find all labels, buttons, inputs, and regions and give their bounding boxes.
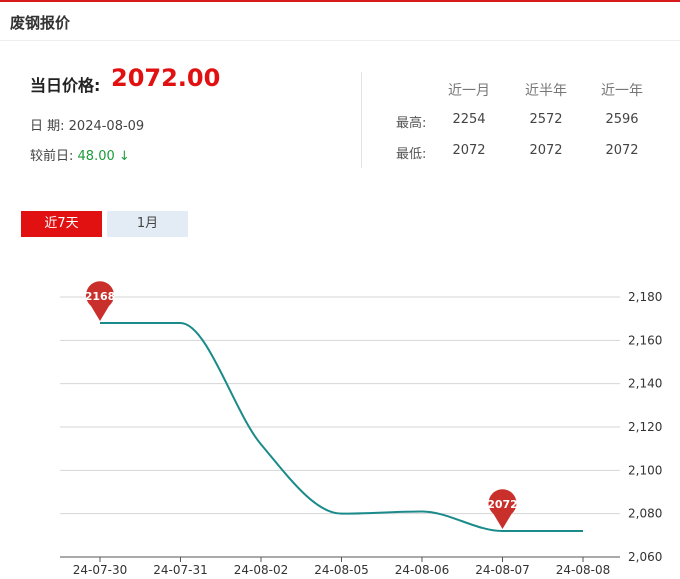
top-accent-line <box>0 0 680 2</box>
stat-high-year: 2596 <box>605 112 639 127</box>
stat-row-label-low: 最低: <box>396 147 427 162</box>
change-label: 较前日: <box>30 149 74 164</box>
price-line-chart: 2,060 2,080 2,100 2,120 2,140 2,160 2,180 24-0… <box>60 281 662 577</box>
change-value: 48.00 <box>77 149 115 164</box>
y-tick-label: 2,100 <box>628 463 662 477</box>
stat-high-halfyear: 2572 <box>529 112 563 127</box>
y-tick-label: 2,120 <box>628 420 662 434</box>
max-min-pin-marker: 2168 <box>85 281 116 321</box>
stat-low-year: 2072 <box>605 143 639 158</box>
down-arrow-icon: ↓ <box>118 149 130 164</box>
stat-header-year: 近一年 <box>601 83 643 99</box>
stat-low-month: 2072 <box>452 143 486 158</box>
price-value: 2072.00 <box>111 64 221 92</box>
price-label: 当日价格: <box>30 76 101 95</box>
y-tick-label: 2,080 <box>628 507 662 521</box>
stat-low-halfyear: 2072 <box>529 143 563 158</box>
y-tick-label: 2,180 <box>628 290 662 304</box>
date-label: 日 期: <box>30 119 65 134</box>
max-min-pin-marker: 2072 <box>487 489 518 529</box>
tab-7-days[interactable]: 近7天 <box>21 211 102 237</box>
stat-row-label-high: 最高: <box>396 116 427 131</box>
x-tick-label: 24-08-06 <box>395 563 449 577</box>
y-tick-label: 2,160 <box>628 333 662 347</box>
panel-title: 废钢报价 <box>10 14 71 32</box>
y-tick-label: 2,140 <box>628 377 662 391</box>
y-axis-ticks: 2,060 2,080 2,100 2,120 2,140 2,160 2,180 <box>628 290 662 564</box>
chart-grid <box>60 296 620 558</box>
stat-header-month: 近一月 <box>448 83 490 99</box>
x-tick-label: 24-07-31 <box>153 563 207 577</box>
pin-label: 2072 <box>487 498 518 511</box>
y-tick-label: 2,060 <box>628 550 662 564</box>
vertical-divider <box>361 72 362 168</box>
x-axis-ticks: 24-07-30 24-07-31 24-08-02 24-08-05 24-08-06… <box>73 557 610 577</box>
pin-label: 2168 <box>85 290 116 303</box>
x-tick-label: 24-08-08 <box>556 563 610 577</box>
stat-header-halfyear: 近半年 <box>525 83 567 99</box>
tab-1-month[interactable]: 1月 <box>107 211 188 237</box>
change-row: 较前日: 48.00 ↓ <box>30 145 130 164</box>
title-divider <box>0 40 680 41</box>
x-tick-label: 24-08-07 <box>475 563 529 577</box>
x-tick-label: 24-07-30 <box>73 563 127 577</box>
stat-high-month: 2254 <box>452 112 486 127</box>
x-tick-label: 24-08-02 <box>234 563 288 577</box>
date-value: 2024-08-09 <box>68 119 145 134</box>
x-tick-label: 24-08-05 <box>314 563 368 577</box>
date-row: 日 期: 2024-08-09 <box>30 115 144 134</box>
